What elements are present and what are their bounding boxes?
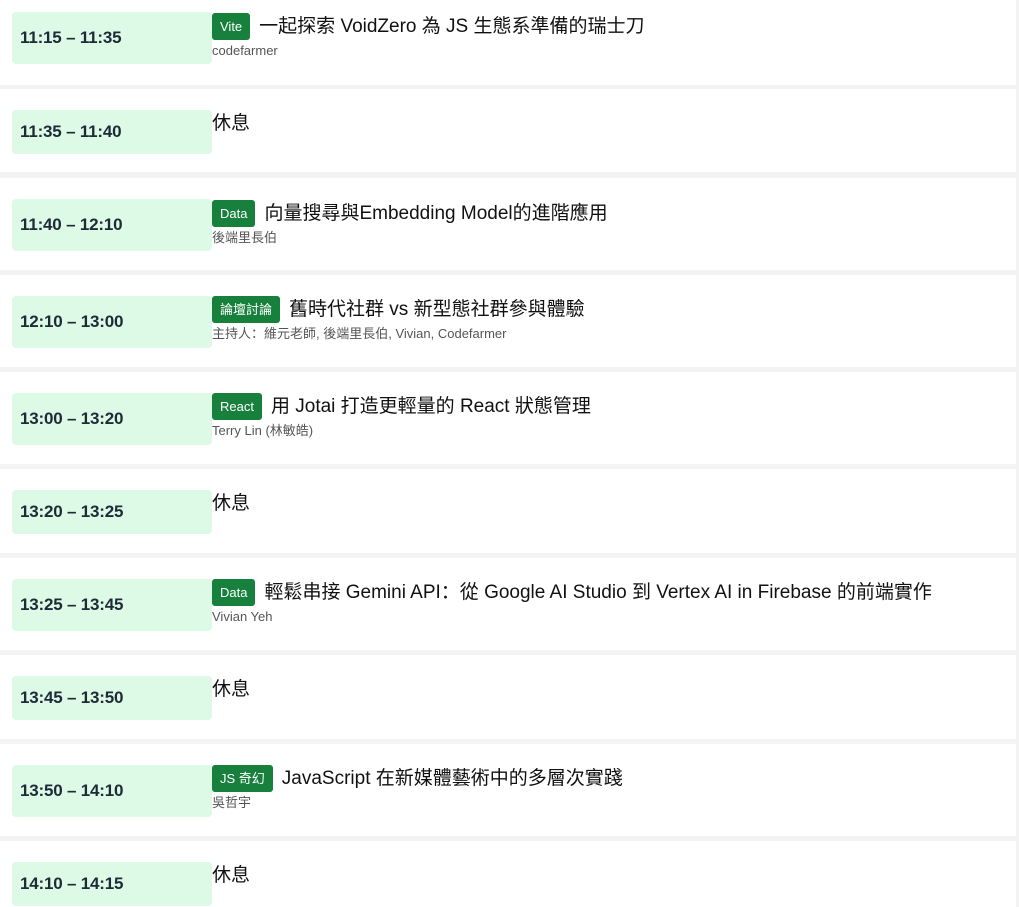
session-speaker: 主持人：維元老師, 後端里長伯, Vivian, Codefarmer: [212, 326, 507, 341]
break-title: 休息: [212, 679, 251, 700]
session-title[interactable]: 用 Jotai 打造更輕量的 React 狀態管理: [271, 393, 591, 420]
session-time: 11:35 – 11:40: [12, 110, 212, 154]
session-row[interactable]: 13:50 – 14:10 JS 奇幻 JavaScript 在新媒體藝術中的多…: [0, 744, 1016, 836]
session-time: 13:00 – 13:20: [12, 393, 212, 445]
session-content: React 用 Jotai 打造更輕量的 React 狀態管理 Terry Li…: [212, 393, 1012, 439]
break-row: 14:10 – 14:15 休息: [0, 841, 1016, 907]
session-row[interactable]: 11:15 – 11:35 Vite 一起探索 VoidZero 為 JS 生態…: [0, 0, 1016, 85]
break-content: 休息: [212, 112, 1012, 136]
session-content: JS 奇幻 JavaScript 在新媒體藝術中的多層次實踐 吳哲宇: [212, 765, 1012, 811]
session-row[interactable]: 12:10 – 13:00 論壇討論 舊時代社群 vs 新型態社群參與體驗 主持…: [0, 275, 1016, 367]
session-content: 論壇討論 舊時代社群 vs 新型態社群參與體驗 主持人：維元老師, 後端里長伯,…: [212, 296, 1012, 342]
break-content: 休息: [212, 678, 1012, 702]
break-content: 休息: [212, 492, 1012, 516]
session-speaker: codefarmer: [212, 43, 278, 58]
session-title[interactable]: 向量搜尋與Embedding Model的進階應用: [264, 200, 607, 227]
session-time: 11:40 – 12:10: [12, 199, 212, 251]
session-title[interactable]: 舊時代社群 vs 新型態社群參與體驗: [289, 296, 585, 323]
session-time: 14:10 – 14:15: [12, 862, 212, 906]
session-tag[interactable]: Data: [212, 579, 256, 606]
schedule-list: 11:15 – 11:35 Vite 一起探索 VoidZero 為 JS 生態…: [0, 0, 1019, 907]
break-row: 13:45 – 13:50 休息: [0, 655, 1016, 739]
session-time: 13:25 – 13:45: [12, 579, 212, 631]
break-content: 休息: [212, 864, 1012, 888]
session-title[interactable]: 一起探索 VoidZero 為 JS 生態系準備的瑞士刀: [259, 13, 644, 40]
break-title: 休息: [212, 865, 251, 886]
session-time: 12:10 – 13:00: [12, 296, 212, 348]
break-row: 11:35 – 11:40 休息: [0, 89, 1016, 172]
break-row: 13:20 – 13:25 休息: [0, 469, 1016, 553]
session-speaker: Terry Lin (林敏皓): [212, 423, 314, 438]
session-speaker: 吳哲宇: [212, 795, 252, 810]
session-content: Data 輕鬆串接 Gemini API：從 Google AI Studio …: [212, 579, 1012, 625]
session-row[interactable]: 13:00 – 13:20 React 用 Jotai 打造更輕量的 React…: [0, 372, 1016, 464]
session-time: 11:15 – 11:35: [12, 12, 212, 64]
session-time: 13:45 – 13:50: [12, 676, 212, 720]
session-speaker: 後端里長伯: [212, 230, 278, 245]
session-title[interactable]: JavaScript 在新媒體藝術中的多層次實踐: [282, 765, 623, 792]
session-tag[interactable]: React: [212, 393, 262, 420]
session-speaker: Vivian Yeh: [212, 609, 273, 624]
session-content: Data 向量搜尋與Embedding Model的進階應用 後端里長伯: [212, 200, 1012, 246]
session-tag[interactable]: Data: [212, 200, 256, 227]
session-title[interactable]: 輕鬆串接 Gemini API：從 Google AI Studio 到 Ver…: [264, 579, 931, 606]
break-title: 休息: [212, 493, 251, 514]
session-tag[interactable]: JS 奇幻: [212, 765, 273, 792]
session-tag[interactable]: 論壇討論: [212, 296, 281, 323]
session-row[interactable]: 13:25 – 13:45 Data 輕鬆串接 Gemini API：從 Goo…: [0, 558, 1016, 650]
session-time: 13:20 – 13:25: [12, 490, 212, 534]
session-row[interactable]: 11:40 – 12:10 Data 向量搜尋與Embedding Model的…: [0, 178, 1016, 270]
session-content: Vite 一起探索 VoidZero 為 JS 生態系準備的瑞士刀 codefa…: [212, 13, 1012, 59]
session-time: 13:50 – 14:10: [12, 765, 212, 817]
break-title: 休息: [212, 113, 251, 134]
session-tag[interactable]: Vite: [212, 13, 251, 40]
